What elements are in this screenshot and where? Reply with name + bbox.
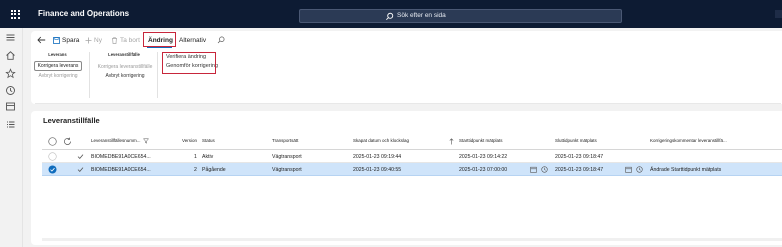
app-launcher-button[interactable] bbox=[0, 0, 30, 28]
hamburger-icon[interactable] bbox=[5, 32, 16, 43]
save-icon bbox=[53, 36, 60, 44]
app-title: Finance and Operations bbox=[38, 9, 130, 18]
action-pane-divider bbox=[35, 103, 781, 104]
table-row[interactable]: BIOMEDBE91A0CE654... 1 Aktiv Vägtranspor… bbox=[42, 150, 782, 163]
horizontal-scrollbar[interactable] bbox=[42, 238, 782, 241]
cell-version: 1 bbox=[194, 153, 197, 160]
checkmark-icon bbox=[77, 167, 84, 172]
cell-transportsatt: Vägtransport bbox=[272, 166, 302, 173]
highlight-box-actions bbox=[162, 52, 216, 74]
column-header-status[interactable]: Status bbox=[202, 138, 215, 143]
group-leveranstillfalle: Leveranstillfälle Korrigera leveranstill… bbox=[91, 52, 157, 79]
cell-id: BIOMEDBE91A0CE654... bbox=[91, 153, 151, 160]
star-icon[interactable] bbox=[5, 68, 16, 79]
cell-start[interactable]: 2025-01-23 07:00:00 bbox=[459, 167, 507, 173]
cell-status: Pågående bbox=[202, 166, 226, 173]
arrow-left-icon bbox=[37, 36, 46, 44]
action-search-button[interactable] bbox=[217, 35, 227, 45]
cell-version: 2 bbox=[194, 166, 197, 173]
row-selected-check-icon[interactable] bbox=[48, 165, 57, 174]
cell-skapat: 2025-01-23 09:40:55 bbox=[353, 166, 402, 173]
trash-icon bbox=[112, 36, 117, 44]
top-navigation-bar: Finance and Operations Sök efter en sida bbox=[0, 0, 782, 28]
group-divider bbox=[157, 52, 158, 98]
cell-skapat: 2025-01-23 09:19:44 bbox=[353, 153, 402, 160]
column-header-id[interactable]: Leveranstillfällesnumm... bbox=[91, 138, 149, 144]
search-placeholder: Sök efter en sida bbox=[397, 12, 446, 19]
topbar-right-control[interactable] bbox=[775, 10, 782, 18]
column-header-skapat[interactable]: Skapat datum och klockslag bbox=[353, 138, 409, 143]
highlight-box-tab bbox=[143, 32, 176, 47]
grid-header: Leveranstillfällesnumm... Version Status… bbox=[31, 135, 782, 149]
delete-label: Ta bort bbox=[120, 36, 140, 44]
back-button[interactable] bbox=[37, 35, 48, 45]
select-all-checkbox-icon[interactable] bbox=[48, 137, 57, 146]
column-header-version[interactable]: Version bbox=[182, 138, 197, 143]
column-header-slut[interactable]: Sluttidpunkt mätplats bbox=[555, 138, 597, 143]
home-icon[interactable] bbox=[5, 50, 16, 61]
table-row-selected[interactable]: BIOMEDBE91A0CE654... 2 Pågående Vägtrans… bbox=[42, 163, 782, 176]
filter-icon bbox=[142, 138, 149, 144]
calendar-icon[interactable] bbox=[530, 166, 537, 173]
group-title-leveranstillfalle: Leveranstillfälle bbox=[108, 52, 140, 57]
clock-icon[interactable] bbox=[636, 166, 643, 173]
cell-status: Aktiv bbox=[202, 153, 214, 160]
cell-transportsatt: Vägtransport bbox=[272, 153, 302, 160]
search-icon bbox=[217, 36, 225, 44]
action-pane-toolbar: Spara Ny Ta bort Ändring Alternativ bbox=[31, 31, 782, 49]
column-header-transportsatt[interactable]: Transportsätt bbox=[272, 138, 298, 143]
cell-id: BIOMEDBE91A0CE654... bbox=[91, 166, 151, 173]
new-button[interactable]: Ny bbox=[85, 35, 102, 45]
save-label: Spara bbox=[62, 36, 80, 44]
leveranstillfalle-grid-panel: Leveranstillfälle Leveranstillfällesnumm… bbox=[31, 111, 782, 245]
korrigera-leveranstillfalle-button[interactable]: Korrigera leveranstillfälle bbox=[93, 64, 157, 70]
avbryt-korrigering-leverans-button[interactable]: Avbryt korrigering bbox=[34, 73, 82, 79]
new-label: Ny bbox=[94, 36, 102, 44]
group-title-leverans: Leverans bbox=[48, 52, 67, 57]
search-input[interactable]: Sök efter en sida bbox=[299, 9, 622, 23]
modules-list-icon[interactable] bbox=[5, 119, 16, 130]
delete-button[interactable]: Ta bort bbox=[111, 35, 140, 45]
save-button[interactable]: Spara bbox=[53, 35, 79, 45]
cell-start: 2025-01-23 09:14:22 bbox=[459, 153, 508, 160]
column-header-kommentar[interactable]: Korrigeringskommentar leveranstillfä... bbox=[650, 138, 727, 143]
tab-alternativ[interactable]: Alternativ bbox=[179, 35, 206, 45]
grid-title: Leveranstillfälle bbox=[43, 116, 100, 125]
checkmark-icon bbox=[77, 154, 84, 159]
plus-icon bbox=[85, 37, 92, 43]
clock-icon[interactable] bbox=[541, 166, 548, 173]
calendar-icon[interactable] bbox=[625, 166, 632, 173]
row-select-circle-icon[interactable] bbox=[48, 152, 57, 161]
navigation-rail bbox=[0, 28, 23, 247]
column-header-id-label: Leveranstillfällesnumm... bbox=[91, 138, 141, 144]
cell-kommentar[interactable]: Ändrade Starttidpunkt mätplats bbox=[650, 167, 721, 173]
waffle-icon bbox=[10, 9, 20, 19]
cell-slut: 2025-01-23 09:18:47 bbox=[555, 153, 604, 160]
sort-arrow-up-icon bbox=[449, 137, 454, 144]
group-divider bbox=[89, 52, 90, 98]
clock-icon[interactable] bbox=[5, 85, 16, 96]
column-header-start[interactable]: Starttidpunkt mätplats bbox=[459, 138, 503, 143]
action-pane: Spara Ny Ta bort Ändring Alternativ Leve… bbox=[31, 31, 782, 104]
search-icon bbox=[386, 12, 394, 21]
korrigera-leverans-button[interactable]: Korrigera leverans bbox=[34, 61, 82, 71]
avbryt-korrigering-leveranstillfalle-button[interactable]: Avbryt korrigering bbox=[93, 73, 157, 79]
workspace-icon[interactable] bbox=[5, 101, 16, 112]
refresh-icon[interactable] bbox=[63, 137, 72, 146]
cell-slut[interactable]: 2025-01-23 09:18:47 bbox=[555, 167, 603, 173]
group-leverans: Leverans Korrigera leverans Avbryt korri… bbox=[31, 52, 84, 79]
